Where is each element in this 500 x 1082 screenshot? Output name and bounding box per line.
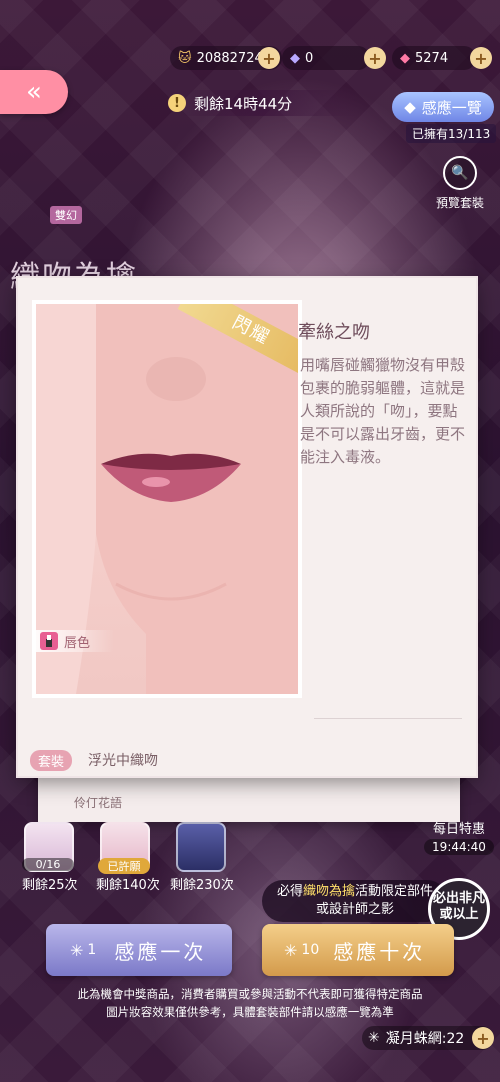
- reward-remain-1: 剩餘25次: [22, 878, 78, 893]
- disclaimer-line-2: 圖片妝容效果僅供參考，具體套裝部件請以感應一覽為準: [106, 1005, 394, 1019]
- add-purple-diamond-button[interactable]: +: [364, 47, 386, 69]
- reward-caption-2: 已許願: [98, 858, 150, 874]
- preview-label: 預覽套裝: [435, 196, 484, 210]
- pull-ten-button[interactable]: ✳ 10 感應十次: [262, 924, 454, 976]
- daily-deal-time: 19:44:40: [424, 839, 494, 855]
- timer-text: 剩餘14時44分: [194, 94, 293, 113]
- gold-value: 20882724: [196, 50, 263, 66]
- spider-web-icon: ✳: [368, 1030, 380, 1046]
- underlying-panel: 伶仃花語: [38, 770, 460, 822]
- event-timer: ! 剩餘14時44分: [168, 90, 358, 116]
- pink-diamond-value: 5274: [415, 50, 449, 66]
- item-description: 用嘴唇碰觸獵物沒有甲殼包裹的脆弱軀體，這就是人類所說的「吻」，要點是不可以露出牙…: [300, 356, 466, 466]
- owned-count: 已擁有13/113: [406, 124, 497, 143]
- cat-coin-icon: 🐱: [178, 50, 192, 66]
- set-name: 浮光中織吻: [88, 753, 158, 769]
- exclamation-icon: !: [168, 94, 186, 112]
- gallery-button[interactable]: ◆ 感應一覽: [392, 92, 494, 122]
- item-type-tag: 唇色: [36, 630, 114, 652]
- lipstick-icon: [40, 632, 58, 650]
- set-tag: 套裝: [30, 750, 73, 771]
- item-type-label: 唇色: [64, 635, 91, 651]
- purple-diamond-value: 0: [305, 50, 314, 66]
- gallery-label: 感應一覽: [421, 98, 482, 117]
- preview-set-button[interactable]: 🔍 預覽套裝: [430, 156, 490, 211]
- divider: [314, 718, 462, 719]
- promo-pre: 必得: [276, 884, 303, 899]
- pool-badge: 雙幻: [50, 206, 82, 224]
- pink-diamond-icon: ◆: [400, 50, 410, 66]
- purple-diamond-currency: ◆ 0: [282, 46, 370, 70]
- purple-diamond-icon: ◆: [290, 50, 300, 66]
- spider-web-value: 凝月蛛網:22: [385, 1031, 465, 1047]
- item-name: 牽絲之吻: [298, 322, 370, 343]
- promo-line2: 或設計師之影: [315, 902, 394, 917]
- pull-once-label: 感應一次: [114, 939, 207, 964]
- add-gold-button[interactable]: +: [258, 47, 280, 69]
- back-button[interactable]: «: [0, 70, 68, 114]
- spider-web-icon: ✳: [70, 940, 84, 960]
- reward-thumb-3[interactable]: [176, 822, 226, 872]
- spider-web-icon: ✳: [284, 940, 298, 960]
- pull-once-button[interactable]: ✳ 1 感應一次: [46, 924, 232, 976]
- promo-highlight: 織吻為擒: [302, 884, 355, 899]
- double-chevron-left-icon: «: [26, 77, 42, 107]
- add-pink-diamond-button[interactable]: +: [470, 47, 492, 69]
- magnifier-icon: 🔍: [443, 156, 477, 190]
- item-portrait: 閃耀 唇色: [32, 300, 302, 698]
- guarantee-banner: 必得織吻為擒活動限定部件 或設計師之影: [262, 880, 448, 922]
- daily-deal-label: 每日特惠: [432, 822, 485, 837]
- disclaimer-line-1: 此為機會中獎商品，消費者購買或參與活動不代表即可獲得特定商品: [77, 987, 423, 1001]
- underlying-panel-text: 伶仃花語: [74, 796, 123, 810]
- diamond-icon: ◆: [404, 98, 416, 116]
- pink-diamond-currency: ◆ 5274: [392, 46, 476, 70]
- pull-ten-label: 感應十次: [333, 939, 426, 964]
- pull-once-count: 1: [87, 942, 97, 958]
- reward-caption-1: 0/16: [22, 858, 74, 871]
- reward-remain-3: 剩餘230次: [170, 878, 234, 893]
- promo-post: 活動限定部件: [355, 884, 434, 899]
- daily-deal-button[interactable]: 每日特惠 19:44:40: [424, 818, 494, 855]
- item-detail-modal[interactable]: 閃耀 唇色 牽絲之吻 用嘴唇碰觸獵物沒有甲殼包裹的脆弱軀體，這就是人類所說的「吻…: [18, 278, 476, 776]
- pull-ten-count: 10: [301, 942, 320, 958]
- add-spider-web-button[interactable]: +: [472, 1027, 494, 1049]
- reward-remain-2: 剩餘140次: [96, 878, 160, 893]
